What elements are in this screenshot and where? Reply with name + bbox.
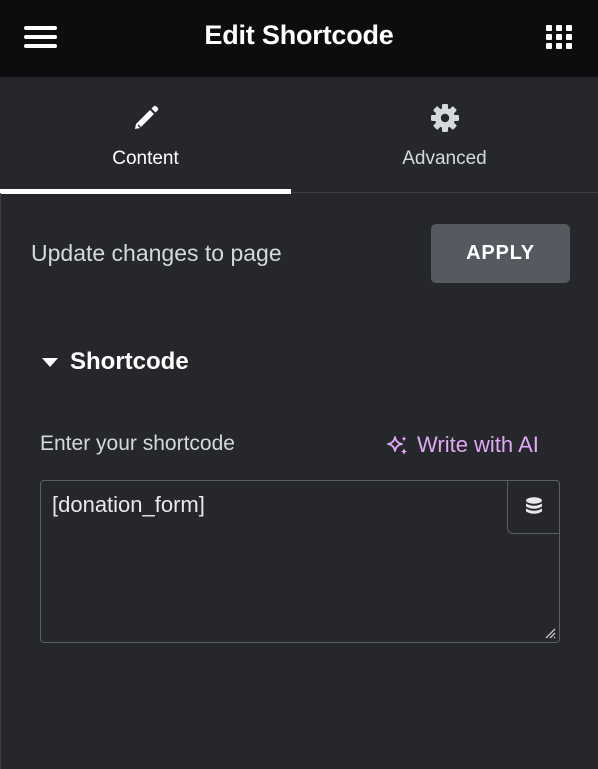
- tab-advanced-label: Advanced: [402, 148, 487, 169]
- caret-down-icon: [42, 358, 58, 367]
- panel-divider: [0, 193, 1, 769]
- editor-panel: Edit Shortcode Content Advanced Update c…: [0, 0, 598, 769]
- shortcode-field-label: Enter your shortcode: [40, 432, 235, 455]
- panel-header: Edit Shortcode: [0, 0, 598, 77]
- database-icon: [526, 497, 542, 514]
- tab-content-label: Content: [112, 148, 179, 169]
- resize-handle-icon[interactable]: [544, 627, 556, 639]
- tab-advanced[interactable]: Advanced: [291, 77, 598, 193]
- update-changes-text: Update changes to page: [31, 240, 282, 266]
- panel-tabs: Content Advanced: [0, 77, 598, 194]
- grid-icon[interactable]: [546, 25, 573, 49]
- active-tab-indicator: [0, 189, 291, 194]
- apply-button[interactable]: APPLY: [431, 224, 570, 283]
- tab-content[interactable]: Content: [0, 77, 291, 194]
- pencil-icon: [131, 103, 161, 133]
- dynamic-tags-button[interactable]: [507, 480, 560, 534]
- gear-icon: [430, 103, 460, 133]
- panel-title: Edit Shortcode: [204, 20, 394, 50]
- section-title: Shortcode: [70, 348, 189, 375]
- shortcode-field: [donation_form]: [40, 480, 560, 643]
- shortcode-textarea[interactable]: [donation_form]: [41, 481, 559, 642]
- write-with-ai-label: Write with AI: [417, 432, 539, 457]
- sparkle-icon: [387, 436, 407, 455]
